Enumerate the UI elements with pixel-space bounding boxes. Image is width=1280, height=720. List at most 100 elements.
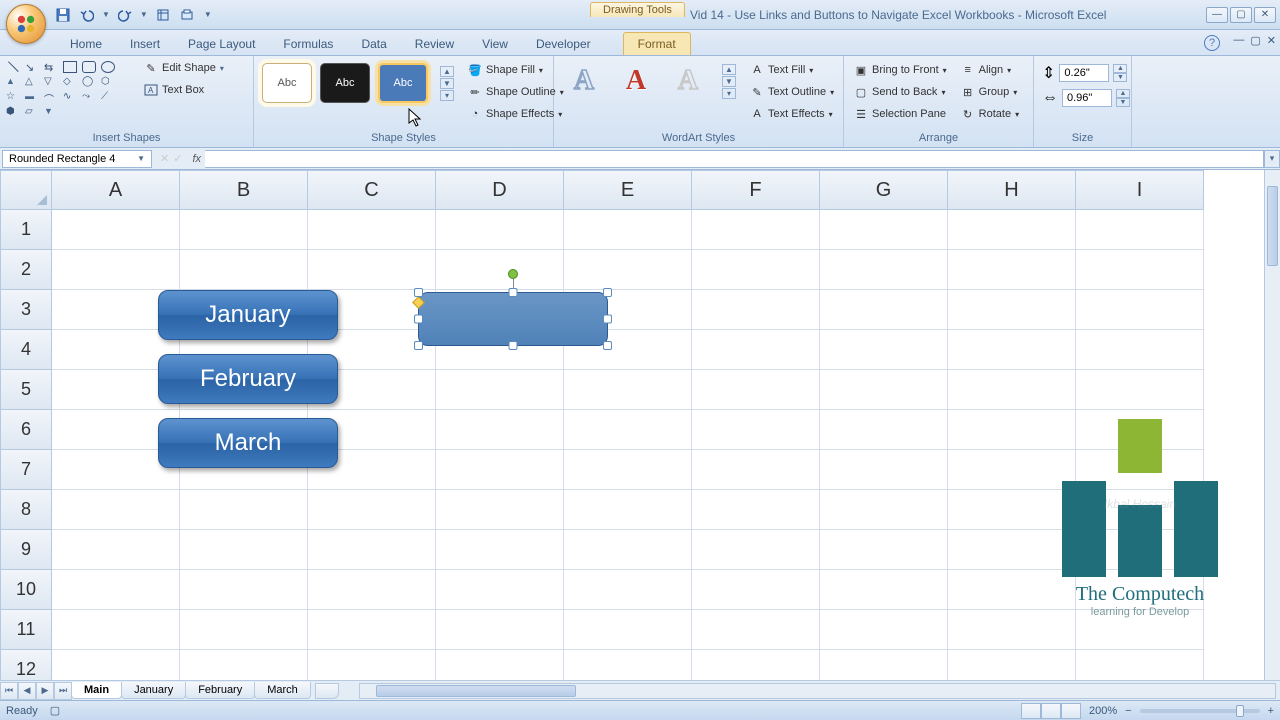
cell[interactable] — [52, 650, 180, 680]
cell[interactable] — [820, 490, 948, 530]
cell[interactable] — [52, 210, 180, 250]
view-page-layout-button[interactable] — [1041, 703, 1061, 719]
zoom-level[interactable]: 200% — [1089, 705, 1117, 717]
resize-handle-e[interactable] — [603, 315, 612, 324]
cell[interactable] — [692, 490, 820, 530]
column-header[interactable]: C — [308, 170, 436, 210]
cell[interactable] — [564, 650, 692, 680]
cell[interactable] — [820, 570, 948, 610]
cell[interactable] — [180, 490, 308, 530]
cell[interactable] — [564, 210, 692, 250]
text-effects-button[interactable]: AText Effects▾ — [746, 105, 838, 123]
cell[interactable] — [692, 210, 820, 250]
cell[interactable] — [564, 410, 692, 450]
cell[interactable] — [564, 370, 692, 410]
sheet-nav-last[interactable]: ⏭ — [54, 682, 72, 700]
cell[interactable] — [1076, 210, 1204, 250]
macro-record-icon[interactable]: ▢ — [50, 704, 60, 717]
cell[interactable] — [1076, 650, 1204, 680]
mdi-restore[interactable]: ▢ — [1250, 34, 1260, 47]
select-all-corner[interactable] — [0, 170, 52, 210]
cell[interactable] — [1076, 290, 1204, 330]
sheet-nav-next[interactable]: ▶ — [36, 682, 54, 700]
cell[interactable] — [948, 250, 1076, 290]
mdi-close[interactable]: ✕ — [1267, 34, 1276, 47]
cell[interactable] — [308, 490, 436, 530]
cell[interactable] — [52, 570, 180, 610]
wordart-1[interactable]: A — [562, 63, 606, 99]
shape-styles-gallery[interactable]: Abc Abc Abc ▲▼▾ — [258, 59, 458, 107]
cell[interactable] — [436, 450, 564, 490]
cell[interactable] — [948, 330, 1076, 370]
save-icon[interactable] — [54, 6, 72, 24]
cell[interactable] — [692, 250, 820, 290]
sheet-tab-march[interactable]: March — [254, 682, 311, 699]
sheet-tab-january[interactable]: January — [121, 682, 186, 699]
cell[interactable] — [820, 650, 948, 680]
cell[interactable] — [564, 450, 692, 490]
cell[interactable] — [692, 330, 820, 370]
cell[interactable] — [820, 450, 948, 490]
view-normal-button[interactable] — [1021, 703, 1041, 719]
cell[interactable] — [180, 570, 308, 610]
tab-review[interactable]: Review — [401, 33, 468, 55]
cell[interactable] — [948, 370, 1076, 410]
cell[interactable] — [692, 410, 820, 450]
shape-outline-button[interactable]: ✏Shape Outline▾ — [464, 83, 568, 101]
cell[interactable] — [180, 650, 308, 680]
cell[interactable] — [180, 530, 308, 570]
mdi-minimize[interactable]: — — [1233, 34, 1244, 47]
cell[interactable] — [52, 610, 180, 650]
cell[interactable] — [308, 650, 436, 680]
row-header[interactable]: 5 — [0, 370, 52, 410]
cell[interactable] — [308, 530, 436, 570]
cell[interactable] — [436, 650, 564, 680]
shape-january-button[interactable]: January — [158, 290, 338, 340]
sheet-tab-main[interactable]: Main — [71, 682, 122, 699]
cell[interactable] — [1076, 330, 1204, 370]
zoom-slider[interactable] — [1140, 709, 1260, 713]
cell[interactable] — [180, 250, 308, 290]
cancel-formula-icon[interactable]: ✕ — [160, 152, 169, 165]
cell[interactable] — [436, 570, 564, 610]
help-icon[interactable]: ? — [1204, 35, 1220, 51]
wordart-gallery[interactable]: A A A ▲▼▾ — [558, 59, 740, 103]
cell[interactable] — [948, 290, 1076, 330]
shape-fill-button[interactable]: 🪣Shape Fill▾ — [464, 61, 568, 79]
align-button[interactable]: ≡Align▾ — [957, 61, 1023, 79]
zoom-out-button[interactable]: − — [1125, 705, 1131, 717]
column-header[interactable]: G — [820, 170, 948, 210]
tab-view[interactable]: View — [468, 33, 522, 55]
column-header[interactable]: F — [692, 170, 820, 210]
wordart-3[interactable]: A — [666, 63, 710, 99]
resize-handle-sw[interactable] — [414, 341, 423, 350]
sheet-tab-february[interactable]: February — [185, 682, 255, 699]
print-preview-icon[interactable] — [178, 6, 196, 24]
cell[interactable] — [820, 610, 948, 650]
formula-input[interactable] — [205, 150, 1264, 168]
redo-icon[interactable] — [116, 6, 134, 24]
cell[interactable] — [692, 610, 820, 650]
shapes-gallery[interactable]: ↘⇆ ▲ △▽◇ ◯⬡☆▬ ⌒∿⤳ ⟋⬢▱▼ — [4, 59, 134, 120]
tab-developer[interactable]: Developer — [522, 33, 605, 55]
cell[interactable] — [948, 650, 1076, 680]
shape-height-input[interactable] — [1059, 64, 1109, 82]
cell[interactable] — [820, 210, 948, 250]
horizontal-scrollbar[interactable] — [359, 683, 1276, 699]
column-header[interactable]: E — [564, 170, 692, 210]
cell[interactable] — [436, 610, 564, 650]
tab-home[interactable]: Home — [56, 33, 116, 55]
enter-formula-icon[interactable]: ✓ — [173, 152, 182, 165]
cell[interactable] — [692, 530, 820, 570]
shape-width-input[interactable] — [1062, 89, 1112, 107]
cell[interactable] — [692, 650, 820, 680]
row-header[interactable]: 6 — [0, 410, 52, 450]
cell[interactable] — [52, 530, 180, 570]
vertical-scrollbar[interactable] — [1264, 170, 1280, 680]
row-header[interactable]: 11 — [0, 610, 52, 650]
cell[interactable] — [692, 570, 820, 610]
shape-february-button[interactable]: February — [158, 354, 338, 404]
row-header[interactable]: 10 — [0, 570, 52, 610]
cell[interactable] — [820, 530, 948, 570]
cell[interactable] — [564, 490, 692, 530]
